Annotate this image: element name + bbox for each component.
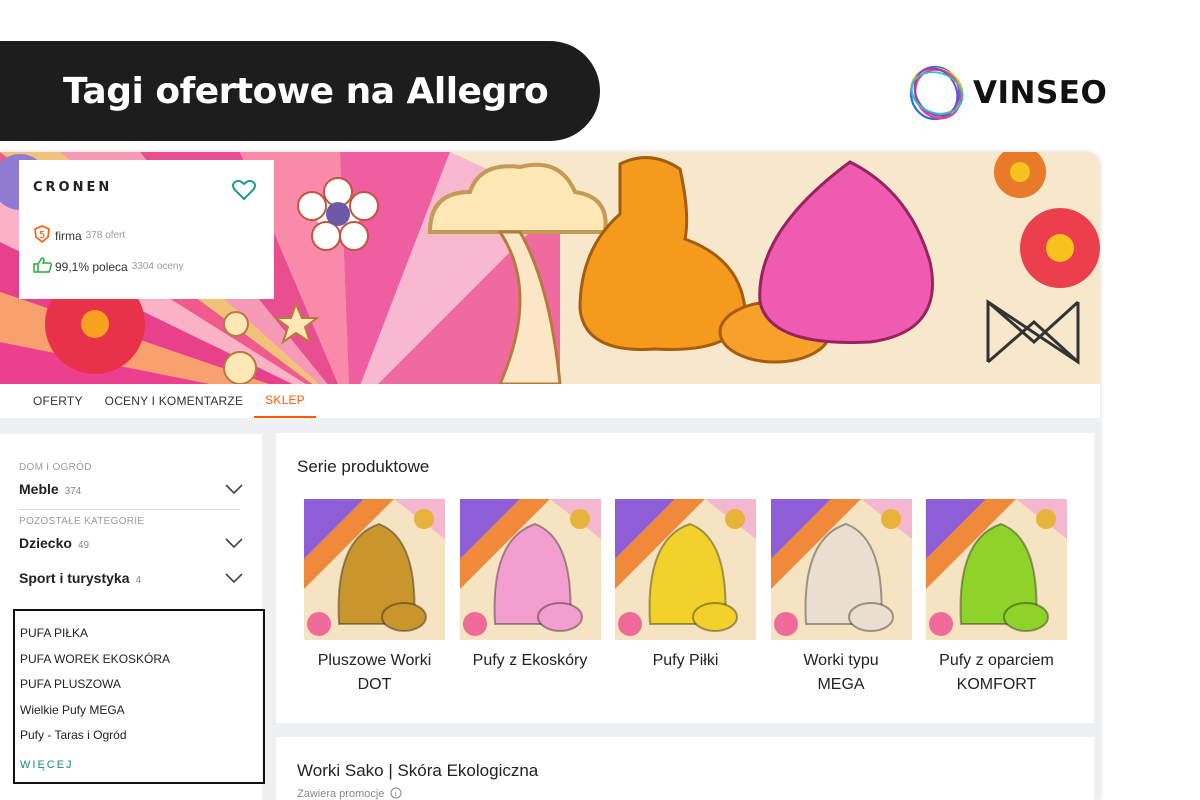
category-dziecko[interactable]: Dziecko 49 [19, 533, 243, 553]
page-title: Tagi ofertowe na Allegro [63, 70, 549, 112]
category-section-home: DOM I OGRÓD [19, 462, 92, 473]
series-card[interactable]: Pufy Piłki [615, 499, 756, 697]
series-label[interactable]: Worki typu MEGA [771, 649, 912, 697]
category-sport[interactable]: Sport i turystyka 4 [19, 568, 243, 588]
series-label-line1: Pufy z oparciem [939, 652, 1054, 669]
series-label-line2: KOMFORT [956, 676, 1037, 693]
seller-card: CRONEN 5 firma 378 ofert 99,1% poleca 33… [19, 160, 274, 299]
series-image[interactable] [770, 499, 912, 640]
header-banner: Tagi ofertowe na Allegro [0, 41, 600, 141]
series-label[interactable]: Pufy z oparciem KOMFORT [926, 649, 1067, 697]
promo-note: Zawiera promocje i [297, 787, 402, 800]
seller-rating-row: 99,1% poleca 3304 oceny [33, 257, 260, 276]
divider [19, 509, 240, 510]
series-card[interactable]: Worki typu MEGA [770, 499, 912, 697]
category-section-other: POZOSTAŁE KATEGORIE [19, 516, 145, 527]
series-card[interactable]: Pluszowe Worki DOT [304, 499, 445, 697]
seller-type: firma [55, 228, 82, 243]
offer-count: 378 ofert [85, 230, 126, 241]
offer-panel: Worki Sako | Skóra Ekologiczna Zawiera p… [276, 737, 1094, 800]
category-count: 4 [135, 575, 142, 586]
tab-shop[interactable]: SKLEP [254, 384, 316, 418]
category-name: Meble [19, 481, 59, 497]
series-label-line2: DOT [357, 676, 392, 693]
recommend-rate: 99,1% poleca [55, 259, 128, 274]
offer-tags-box: PUFA PIŁKA PUFA WOREK EKOSKÓRA PUFA PLUS… [13, 609, 265, 784]
category-name: Sport i turystyka [19, 570, 130, 586]
thumbs-up-icon [33, 257, 55, 276]
promo-text: Zawiera promocje [297, 788, 385, 800]
offer-tag[interactable]: Wielkie Pufy MEGA [20, 698, 258, 724]
rings-logo-icon [909, 65, 964, 121]
seller-name[interactable]: CRONEN [33, 180, 260, 195]
series-label[interactable]: Pluszowe Worki DOT [304, 649, 445, 697]
section-title: Serie produktowe [297, 457, 430, 476]
series-list: Pluszowe Worki DOT Pufy z Ekoskóry Pufy Pił… [304, 499, 1082, 697]
category-name: Dziecko [19, 535, 72, 551]
tab-offers[interactable]: OFERTY [22, 384, 94, 418]
company-badge-icon: 5 [33, 225, 55, 246]
series-label[interactable]: Pufy z Ekoskóry [460, 649, 601, 673]
chevron-down-icon[interactable] [225, 484, 243, 494]
chevron-down-icon[interactable] [225, 538, 243, 548]
offer-tag[interactable]: PUFA PLUSZOWA [20, 672, 258, 698]
series-card[interactable]: Pufy z oparciem KOMFORT [926, 499, 1067, 697]
svg-text:5: 5 [39, 230, 45, 241]
tab-ratings[interactable]: OCENY I KOMENTARZE [94, 384, 255, 418]
rating-count: 3304 oceny [131, 261, 184, 272]
category-count: 374 [64, 486, 82, 497]
offer-tag[interactable]: Pufy - Taras i Ogród [20, 723, 258, 749]
heart-icon[interactable] [232, 179, 256, 201]
offer-tag[interactable]: PUFA PIŁKA [20, 621, 258, 647]
offer-title[interactable]: Worki Sako | Skóra Ekologiczna [297, 761, 538, 781]
seller-type-row: 5 firma 378 ofert [33, 225, 260, 246]
shop-tabs: OFERTY OCENY I KOMENTARZE SKLEP [0, 384, 1100, 418]
series-label-line1: Pufy Piłki [652, 652, 719, 669]
series-card[interactable]: Pufy z Ekoskóry [459, 499, 601, 697]
series-label-line1: Pufy z Ekoskóry [472, 652, 588, 669]
category-count: 49 [77, 540, 90, 551]
series-label-line1: Pluszowe Worki [317, 652, 432, 669]
series-image[interactable] [926, 499, 1067, 640]
series-image[interactable] [304, 499, 445, 640]
product-series-panel: Serie produktowe Pluszowe Worki DOT Pufy z… [276, 433, 1094, 723]
page: Tagi ofertowe na Allegro VINSEO CRONEN 5… [0, 0, 1200, 800]
series-image[interactable] [459, 499, 601, 640]
series-label-line1: Worki typu [803, 652, 879, 669]
allegro-screenshot: CRONEN 5 firma 378 ofert 99,1% poleca 33… [0, 152, 1100, 800]
vinseo-logo: VINSEO [905, 60, 1115, 126]
series-label-line2: MEGA [817, 676, 865, 693]
chevron-down-icon[interactable] [225, 573, 243, 583]
offer-tag[interactable]: PUFA WOREK EKOSKÓRA [20, 647, 258, 673]
category-meble[interactable]: Meble 374 [19, 479, 243, 499]
svg-text:i: i [395, 790, 397, 798]
logo-text: VINSEO [973, 75, 1108, 111]
info-icon[interactable]: i [390, 787, 402, 799]
more-link[interactable]: WIĘCEJ [20, 759, 258, 771]
series-image[interactable] [615, 499, 756, 640]
series-label[interactable]: Pufy Piłki [615, 649, 756, 673]
